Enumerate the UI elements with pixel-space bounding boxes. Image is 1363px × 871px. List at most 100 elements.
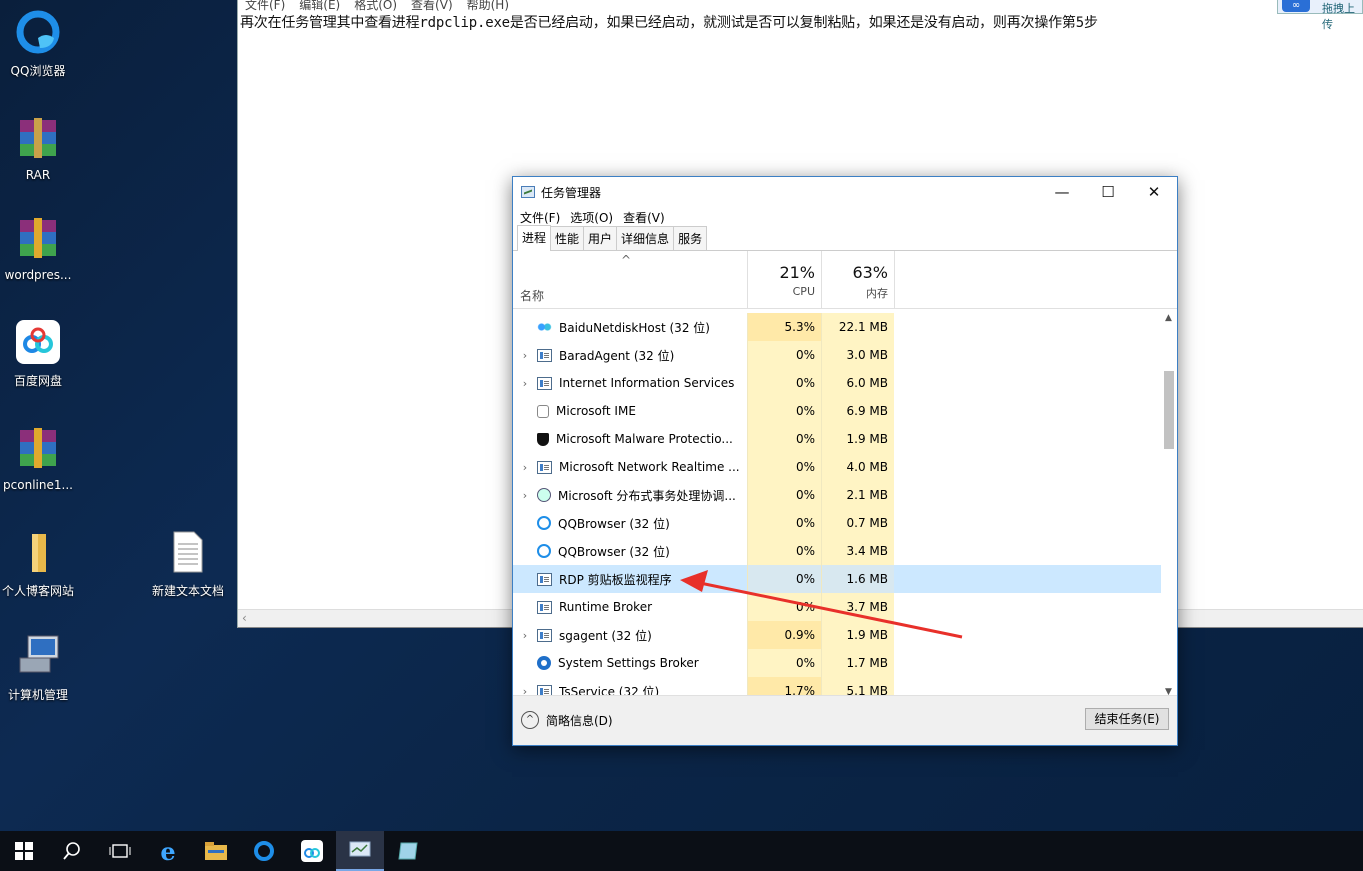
end-task-button[interactable]: 结束任务(E) xyxy=(1085,708,1169,730)
notepad-menu-view[interactable]: 查看(V) xyxy=(411,0,453,8)
tab-services[interactable]: 服务 xyxy=(673,226,707,250)
sort-up-icon: ^ xyxy=(621,253,631,267)
start-button[interactable] xyxy=(0,831,48,871)
desktop-icon-label: pconline1... xyxy=(0,478,76,492)
infinity-icon: ∞ xyxy=(1282,0,1310,12)
process-row[interactable]: QQBrowser (32 位)0%0.7 MB xyxy=(513,509,1161,537)
notepad-taskbar-button[interactable] xyxy=(384,831,432,871)
menu-options[interactable]: 选项(O) xyxy=(570,209,613,226)
process-name: Runtime Broker xyxy=(559,600,749,614)
process-cpu: 0% xyxy=(747,341,821,369)
process-memory: 2.1 MB xyxy=(821,481,894,509)
expand-chevron-icon[interactable]: › xyxy=(513,489,537,502)
process-cpu: 0% xyxy=(747,649,821,677)
process-memory: 1.9 MB xyxy=(821,621,894,649)
column-header-memory[interactable]: 63% 内存 xyxy=(821,251,895,308)
desktop-icon-label: 计算机管理 xyxy=(0,686,76,703)
notepad-menu-help[interactable]: 帮助(H) xyxy=(467,0,509,8)
notepad-menu-edit[interactable]: 编辑(E) xyxy=(299,0,340,8)
maximize-button[interactable]: ☐ xyxy=(1085,177,1131,207)
process-row[interactable]: Microsoft IME0%6.9 MB xyxy=(513,397,1161,425)
tab-performance[interactable]: 性能 xyxy=(550,226,584,250)
process-row[interactable]: ›TsService (32 位)1.7%5.1 MB xyxy=(513,677,1161,697)
task-manager-titlebar[interactable]: 任务管理器 — ☐ ✕ xyxy=(513,177,1177,207)
task-manager-window[interactable]: 任务管理器 — ☐ ✕ 文件(F) 选项(O) 查看(V) 进程 性能 用户 详… xyxy=(512,176,1178,746)
baidu-netdisk-taskbar-button[interactable] xyxy=(288,831,336,871)
process-memory: 3.7 MB xyxy=(821,593,894,621)
process-row[interactable]: Runtime Broker0%3.7 MB xyxy=(513,593,1161,621)
app-process-icon xyxy=(537,377,552,390)
menu-file[interactable]: 文件(F) xyxy=(520,209,560,226)
process-cpu: 0% xyxy=(747,593,821,621)
baidu-netdisk-icon xyxy=(14,318,62,366)
qq-browser-icon xyxy=(253,840,275,862)
app-process-icon xyxy=(537,573,552,586)
app-process-icon xyxy=(537,629,552,642)
process-memory: 6.0 MB xyxy=(821,369,894,397)
process-name: sgagent (32 位) xyxy=(559,627,749,644)
internet-explorer-icon: e xyxy=(160,837,175,866)
scroll-thumb[interactable] xyxy=(1164,371,1174,449)
task-manager-menubar: 文件(F) 选项(O) 查看(V) xyxy=(513,207,1177,227)
qq-browser-taskbar-button[interactable] xyxy=(240,831,288,871)
expand-chevron-icon[interactable]: › xyxy=(513,349,537,362)
notepad-menu-file[interactable]: 文件(F) xyxy=(245,0,285,8)
process-row[interactable]: System Settings Broker0%1.7 MB xyxy=(513,649,1161,677)
tab-processes[interactable]: 进程 xyxy=(517,225,551,251)
minimize-button[interactable]: — xyxy=(1039,177,1085,207)
notepad-menu-format[interactable]: 格式(O) xyxy=(354,0,397,8)
shield-process-icon xyxy=(537,433,549,446)
process-row[interactable]: QQBrowser (32 位)0%3.4 MB xyxy=(513,537,1161,565)
process-name: QQBrowser (32 位) xyxy=(558,543,748,560)
process-memory: 1.6 MB xyxy=(821,565,894,593)
process-row[interactable]: ›Internet Information Services0%6.0 MB xyxy=(513,369,1161,397)
process-list-scrollbar[interactable]: ▲ ▼ xyxy=(1161,313,1176,697)
ie-button[interactable]: e xyxy=(144,831,192,871)
desktop-icon-rar[interactable]: RAR xyxy=(0,114,76,182)
column-header-name[interactable]: 名称 xyxy=(520,287,544,304)
desktop-icon-label: 个人博客网站 xyxy=(0,582,76,599)
expand-chevron-icon[interactable]: › xyxy=(513,377,537,390)
tab-details[interactable]: 详细信息 xyxy=(616,226,674,250)
process-memory: 5.1 MB xyxy=(821,677,894,697)
desktop-icon-blog-folder[interactable]: 个人博客网站 xyxy=(0,528,76,599)
menu-view[interactable]: 查看(V) xyxy=(623,209,665,226)
scroll-up-icon[interactable]: ▲ xyxy=(1161,313,1176,323)
process-row[interactable]: Microsoft Malware Protectio...0%1.9 MB xyxy=(513,425,1161,453)
notepad-menubar: 文件(F) 编辑(E) 格式(O) 查看(V) 帮助(H) xyxy=(238,0,1363,8)
process-name: BaradAgent (32 位) xyxy=(559,347,749,364)
desktop-icon-qq-browser[interactable]: QQ浏览器 xyxy=(0,8,76,79)
desktop-icon-baidu-netdisk[interactable]: 百度网盘 xyxy=(0,318,76,389)
desktop-icon-new-text-doc[interactable]: 新建文本文档 xyxy=(150,528,226,599)
process-row[interactable]: ›sgagent (32 位)0.9%1.9 MB xyxy=(513,621,1161,649)
notepad-text-area[interactable]: 再次在任务管理其中查看进程rdpclip.exe是否已经启动，如果已经启动，就测… xyxy=(238,8,1363,36)
process-memory: 4.0 MB xyxy=(821,453,894,481)
fewer-details-button[interactable]: ^ 简略信息(D) xyxy=(521,711,613,729)
desktop-icon-label: QQ浏览器 xyxy=(0,62,76,79)
process-row[interactable]: BaiduNetdiskHost (32 位)5.3%22.1 MB xyxy=(513,313,1161,341)
baidu-netdisk-icon xyxy=(301,840,323,862)
desktop-icon-computer-management[interactable]: 计算机管理 xyxy=(0,632,76,703)
process-cpu: 0% xyxy=(747,481,821,509)
process-row[interactable]: ›Microsoft 分布式事务处理协调...0%2.1 MB xyxy=(513,481,1161,509)
close-button[interactable]: ✕ xyxy=(1131,177,1177,207)
process-row[interactable]: ›Microsoft Network Realtime ...0%4.0 MB xyxy=(513,453,1161,481)
tab-users[interactable]: 用户 xyxy=(583,226,617,250)
process-name: Microsoft IME xyxy=(556,404,746,418)
file-explorer-button[interactable] xyxy=(192,831,240,871)
scroll-left-icon[interactable]: ‹ xyxy=(242,611,247,625)
drag-upload-button[interactable]: ∞ 拖拽上传 xyxy=(1277,0,1363,14)
task-view-button[interactable] xyxy=(96,831,144,871)
process-row[interactable]: ›BaradAgent (32 位)0%3.0 MB xyxy=(513,341,1161,369)
expand-chevron-icon[interactable]: › xyxy=(513,629,537,642)
task-manager-taskbar-button[interactable] xyxy=(336,831,384,871)
column-header-cpu[interactable]: 21% CPU xyxy=(747,251,821,308)
process-row[interactable]: RDP 剪贴板监视程序0%1.6 MB xyxy=(513,565,1161,593)
desktop-icon-wordpress[interactable]: wordpres... xyxy=(0,214,76,282)
desktop-icon-label: 新建文本文档 xyxy=(150,582,226,599)
notepad-icon xyxy=(397,841,419,861)
search-button[interactable] xyxy=(48,831,96,871)
expand-chevron-icon[interactable]: › xyxy=(513,461,537,474)
desktop-icon-pconline[interactable]: pconline1... xyxy=(0,424,76,492)
process-name: Microsoft Network Realtime ... xyxy=(559,460,749,474)
